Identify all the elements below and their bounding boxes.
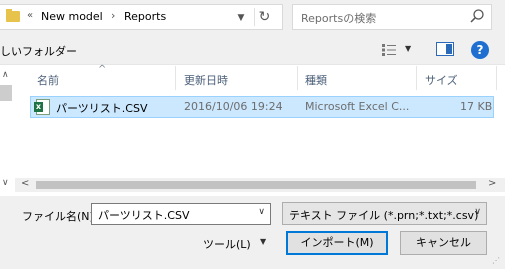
address-bar[interactable]: « New model › Reports ▼ ↻ [0, 4, 283, 30]
cancel-button[interactable]: キャンセル [400, 231, 487, 255]
view-dropdown-icon[interactable]: ▼ [405, 44, 411, 53]
preview-pane-icon[interactable] [436, 42, 454, 56]
sort-ascending-icon: ^ [98, 64, 107, 75]
resize-grip-icon[interactable]: ⋰ [492, 256, 500, 265]
view-options-icon[interactable] [381, 43, 397, 57]
column-divider[interactable] [416, 66, 417, 90]
tools-dropdown-icon[interactable]: ▼ [260, 237, 266, 246]
import-button[interactable]: インポート(M) [286, 231, 388, 255]
file-size: 17 KB [460, 100, 493, 113]
file-modified: 2016/10/06 19:24 [184, 100, 283, 113]
help-icon[interactable]: ? [471, 41, 489, 59]
scroll-down-icon[interactable]: ∨ [2, 178, 9, 188]
chevron-down-icon[interactable]: ▼ [233, 10, 249, 26]
chevron-down-icon[interactable]: ∨ [258, 207, 265, 217]
vertical-scrollbar-thumb[interactable] [0, 85, 12, 101]
column-header-name[interactable]: 名前 [37, 72, 59, 88]
refresh-icon[interactable]: ↻ [254, 8, 274, 26]
column-header-modified[interactable]: 更新日時 [184, 72, 228, 88]
search-box[interactable]: Reportsの検索 [292, 4, 492, 30]
tools-button[interactable]: ツール(L) [203, 236, 251, 252]
file-type-select[interactable]: テキスト ファイル (*.prn;*.txt;*.csv) ∨ [282, 202, 487, 225]
chevron-down-icon[interactable]: ∨ [474, 207, 481, 217]
filename-field[interactable]: パーツリスト.CSV ∨ [91, 203, 271, 225]
filename-value[interactable]: パーツリスト.CSV [98, 207, 189, 223]
new-folder-button[interactable]: しいフォルダー [0, 43, 77, 59]
breadcrumb-new-model[interactable]: New model [41, 10, 103, 23]
file-name: パーツリスト.CSV [56, 102, 148, 115]
breadcrumb-reports[interactable]: Reports [124, 10, 166, 23]
column-header-type[interactable]: 種類 [305, 72, 327, 88]
scroll-right-icon[interactable]: > [488, 178, 496, 189]
search-icon[interactable] [469, 8, 485, 24]
scroll-left-icon[interactable]: < [21, 178, 29, 189]
horizontal-scrollbar-thumb[interactable] [36, 181, 476, 189]
column-header-size[interactable]: サイズ [425, 72, 458, 88]
column-divider[interactable] [496, 66, 497, 90]
file-type-value[interactable]: テキスト ファイル (*.prn;*.txt;*.csv) [289, 207, 478, 223]
search-input[interactable]: Reportsの検索 [301, 10, 376, 26]
filename-label: ファイル名(N): [22, 210, 98, 223]
column-divider[interactable] [297, 66, 298, 90]
breadcrumb-overflow[interactable]: « [27, 10, 33, 21]
file-type: Microsoft Excel C... [305, 100, 410, 113]
folder-icon [6, 9, 20, 22]
breadcrumb-separator[interactable]: › [111, 9, 115, 22]
scroll-up-icon[interactable]: ∧ [2, 70, 9, 80]
excel-file-icon [34, 99, 50, 115]
column-divider[interactable] [175, 66, 176, 90]
